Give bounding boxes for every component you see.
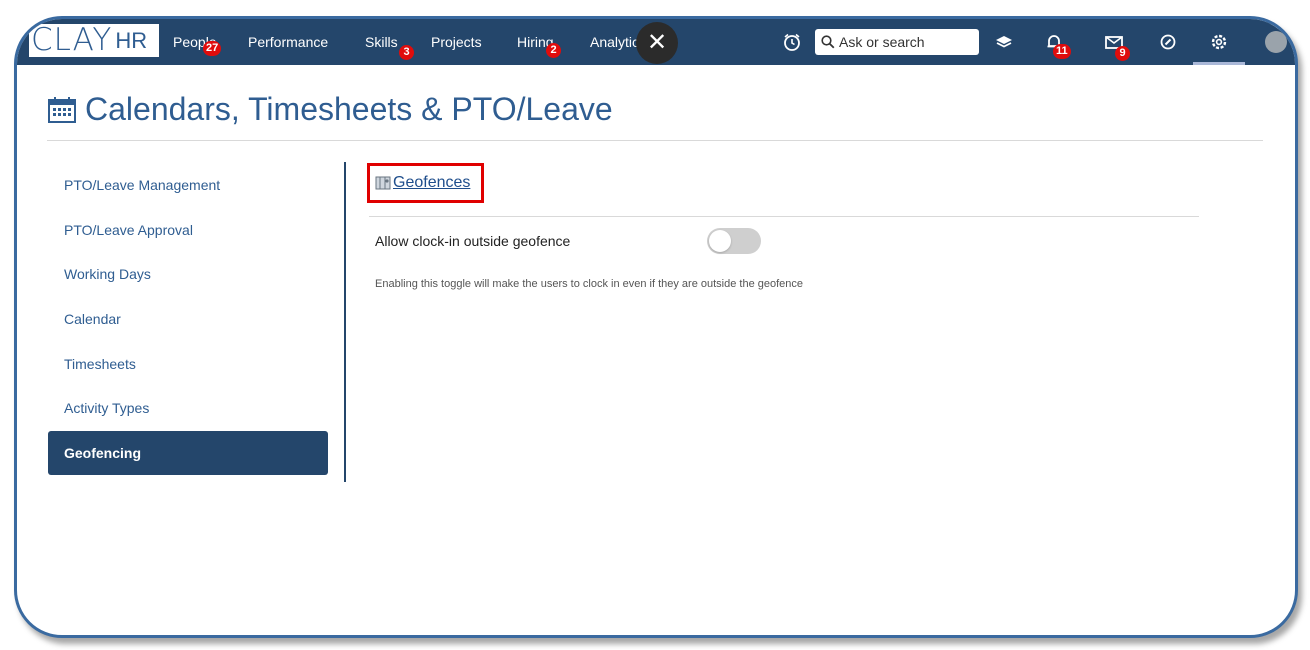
toggle-knob	[709, 230, 731, 252]
messages-badge: 9	[1115, 46, 1130, 61]
alarm-clock-icon[interactable]	[781, 32, 803, 52]
clock-in-toggle-label: Allow clock-in outside geofence	[375, 233, 571, 249]
app-window: CLAY HR People 27 Performance Skills 3 P…	[14, 16, 1298, 638]
hiring-badge: 2	[546, 43, 561, 58]
skills-badge: 3	[399, 45, 414, 60]
sidebar-item-calendar[interactable]: Calendar	[48, 297, 328, 341]
calendar-icon	[48, 96, 76, 123]
page-title: Calendars, Timesheets & PTO/Leave	[47, 91, 613, 128]
layers-icon[interactable]	[993, 32, 1015, 52]
section-divider	[369, 216, 1199, 217]
gear-icon[interactable]	[1208, 32, 1230, 52]
sidebar-item-pto-leave-approval[interactable]: PTO/Leave Approval	[48, 208, 328, 252]
nav-item-people[interactable]: People 27	[173, 19, 222, 65]
sidebar-item-geofencing[interactable]: Geofencing	[48, 431, 328, 476]
nav-item-projects[interactable]: Projects	[431, 19, 482, 65]
global-search[interactable]	[815, 29, 979, 55]
sidebar-divider	[344, 162, 346, 482]
notifications-badge: 11	[1053, 44, 1071, 59]
user-avatar[interactable]	[1265, 31, 1287, 53]
geofences-link-label: Geofences	[393, 174, 471, 191]
active-nav-indicator	[1193, 62, 1245, 65]
help-icon[interactable]	[1157, 32, 1179, 52]
clayhr-logo[interactable]: CLAY HR	[29, 24, 159, 57]
sidebar-item-timesheets[interactable]: Timesheets	[48, 342, 328, 386]
toggle-help-text: Enabling this toggle will make the users…	[375, 278, 804, 290]
search-icon	[821, 35, 835, 49]
logo-sub-text: HR	[115, 28, 148, 53]
sidebar-item-working-days[interactable]: Working Days	[48, 252, 328, 296]
title-divider	[47, 140, 1263, 141]
nav-item-performance[interactable]: Performance	[248, 19, 328, 65]
page-title-text: Calendars, Timesheets & PTO/Leave	[85, 91, 613, 127]
close-overlay-button[interactable]: ✕	[636, 22, 678, 64]
nav-item-label: Performance	[248, 34, 329, 50]
nav-item-skills[interactable]: Skills 3	[365, 19, 414, 65]
nav-item-label: Skills	[365, 34, 398, 50]
geofences-link[interactable]: Geofences	[367, 163, 484, 203]
top-navigation: CLAY HR People 27 Performance Skills 3 P…	[17, 19, 1295, 65]
nav-item-hiring[interactable]: Hiring 2	[517, 19, 561, 65]
nav-item-label: Projects	[431, 34, 482, 50]
logo-main-text: CLAY	[31, 22, 113, 58]
settings-sidebar: PTO/Leave Management PTO/Leave Approval …	[48, 163, 328, 476]
people-badge: 27	[203, 41, 222, 56]
sidebar-item-pto-leave-management[interactable]: PTO/Leave Management	[48, 163, 328, 207]
search-input[interactable]	[839, 34, 969, 50]
clock-in-outside-geofence-toggle[interactable]	[707, 228, 761, 254]
sidebar-item-activity-types[interactable]: Activity Types	[48, 386, 328, 430]
map-icon	[375, 176, 391, 190]
